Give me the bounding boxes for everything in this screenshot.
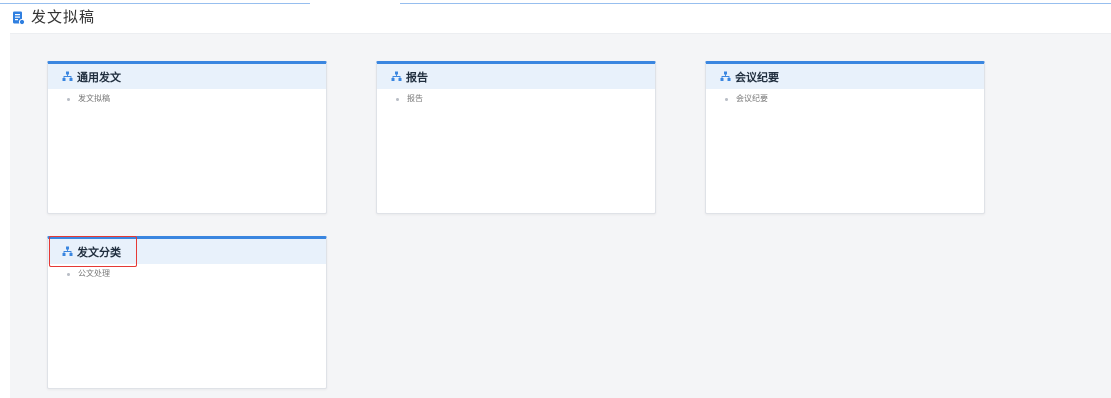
bullet-icon (396, 97, 399, 101)
card-title: 会议纪要 (735, 70, 779, 84)
card-item-list: 发文拟稿 (48, 89, 326, 105)
card-meeting-minutes: 会议纪要 会议纪要 (705, 61, 985, 214)
org-tree-icon (62, 71, 73, 82)
list-item[interactable]: 发文拟稿 (67, 93, 326, 105)
card-title: 发文分类 (77, 245, 121, 259)
card-header: 报告 (377, 64, 655, 89)
card-header: 发文分类 (48, 239, 326, 264)
card-item-list: 会议纪要 (706, 89, 984, 105)
card-item-list: 报告 (377, 89, 655, 105)
org-tree-icon (391, 71, 402, 82)
card-header: 会议纪要 (706, 64, 984, 89)
page-header: 发文拟稿 (0, 0, 1111, 33)
list-item-label: 报告 (407, 94, 423, 103)
list-item[interactable]: 会议纪要 (725, 93, 984, 105)
card-report: 报告 报告 (376, 61, 656, 214)
main-content: 通用发文 发文拟稿 报告 报告 会议纪要 会议纪要 发文分类 公文处理 (10, 33, 1111, 398)
bullet-icon (67, 97, 70, 101)
org-tree-icon (720, 71, 731, 82)
card-title: 报告 (406, 70, 428, 84)
list-item-label: 发文拟稿 (78, 94, 110, 103)
card-item-list: 公文处理 (48, 264, 326, 280)
card-header: 通用发文 (48, 64, 326, 89)
card-dispatch-category: 发文分类 公文处理 (47, 236, 327, 389)
list-item[interactable]: 公文处理 (67, 268, 326, 280)
card-general-dispatch: 通用发文 发文拟稿 (47, 61, 327, 214)
list-item-label: 公文处理 (78, 269, 110, 278)
list-item[interactable]: 报告 (396, 93, 655, 105)
card-title: 通用发文 (77, 70, 121, 84)
org-tree-icon (62, 246, 73, 257)
bullet-icon (725, 97, 728, 101)
page-title: 发文拟稿 (31, 8, 96, 26)
document-icon (12, 10, 26, 25)
bullet-icon (67, 272, 70, 276)
list-item-label: 会议纪要 (736, 94, 768, 103)
